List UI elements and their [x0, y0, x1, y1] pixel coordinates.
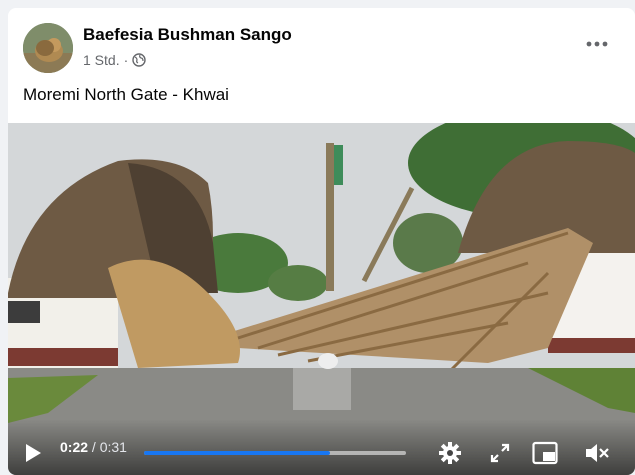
fullscreen-icon[interactable]	[490, 443, 510, 468]
author-name[interactable]: Baefesia Bushman Sango	[83, 25, 292, 45]
duration: 0:31	[99, 439, 127, 455]
post-meta: 1 Std. ·	[83, 52, 146, 68]
meta-separator: ·	[123, 52, 129, 68]
post-card: Baefesia Bushman Sango 1 Std. · Moremi N…	[8, 8, 635, 475]
progress-fill	[144, 451, 331, 455]
settings-gear-icon[interactable]	[438, 441, 462, 470]
more-options-icon[interactable]	[583, 34, 611, 54]
video-player[interactable]: 0:22 / 0:31	[8, 123, 635, 475]
author-avatar[interactable]	[23, 23, 73, 73]
post-caption: Moremi North Gate - Khwai	[23, 85, 229, 104]
picture-in-picture-icon[interactable]	[532, 441, 558, 470]
globe-icon[interactable]	[132, 53, 146, 67]
current-time: 0:22	[60, 439, 89, 455]
avatar-lion-image	[23, 23, 73, 73]
time-separator: /	[88, 439, 100, 455]
post-timestamp[interactable]: 1 Std.	[83, 52, 120, 68]
volume-muted-icon[interactable]	[584, 441, 610, 470]
video-time: 0:22 / 0:31	[60, 439, 127, 455]
progress-bar[interactable]	[144, 451, 406, 455]
play-icon[interactable]	[24, 443, 42, 468]
